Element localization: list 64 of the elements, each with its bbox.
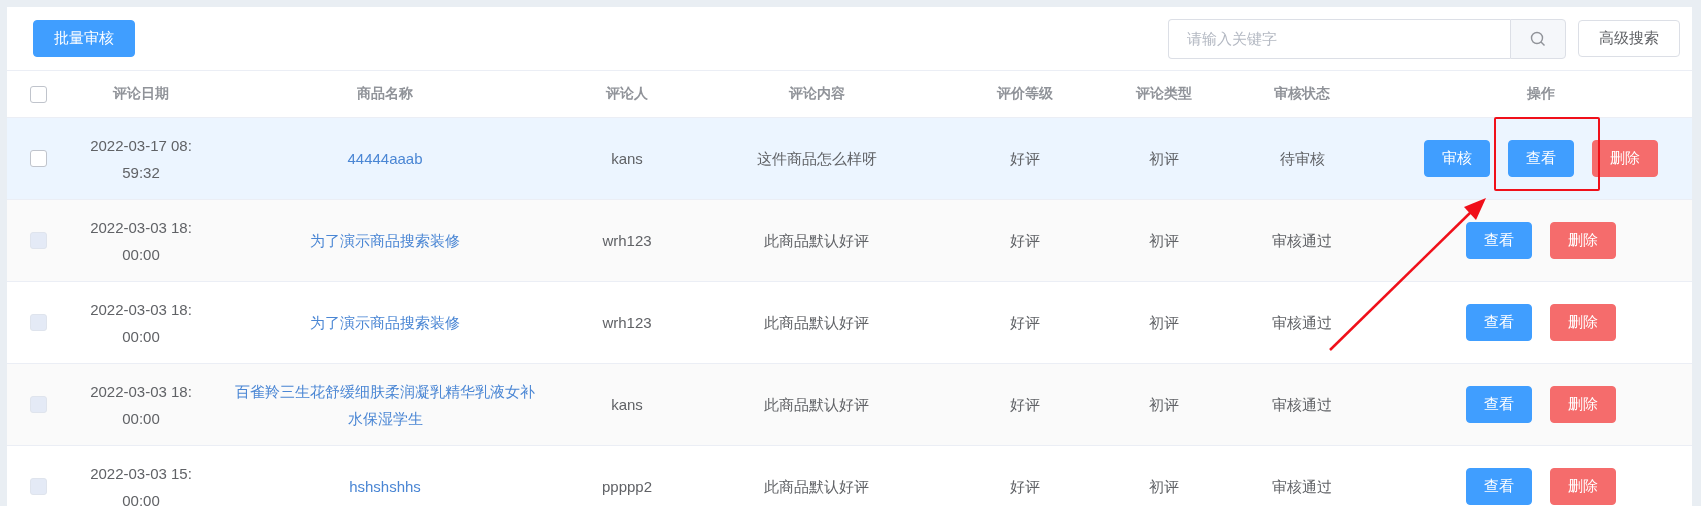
reviewer-text: kans bbox=[611, 149, 643, 169]
date-text: 2022-03-03 18:00:00 bbox=[89, 217, 193, 265]
comment-text: 此商品默认好评 bbox=[764, 477, 869, 497]
date-text: 2022-03-03 15:00:00 bbox=[89, 463, 193, 506]
reviewer-text: wrh123 bbox=[602, 313, 652, 333]
type-text: 初评 bbox=[1149, 231, 1179, 251]
column-header: 评价等级 bbox=[995, 85, 1054, 103]
advanced-search-button[interactable]: 高级搜索 bbox=[1578, 20, 1680, 57]
status-text: 审核通过 bbox=[1272, 477, 1332, 497]
reviewer-text: ppppp2 bbox=[601, 477, 653, 497]
type-text: 初评 bbox=[1149, 313, 1179, 333]
comment-text: 这件商品怎么样呀 bbox=[756, 149, 877, 169]
comment-text: 此商品默认好评 bbox=[764, 231, 869, 251]
status-text: 待审核 bbox=[1279, 149, 1325, 169]
action-button[interactable]: 审核 bbox=[1423, 140, 1490, 177]
search-icon bbox=[1530, 30, 1546, 47]
column-header: 评论日期 bbox=[111, 85, 170, 103]
status-text: 审核通过 bbox=[1272, 313, 1332, 333]
product-link[interactable]: hshshshhs bbox=[349, 473, 421, 500]
grade-text: 好评 bbox=[1010, 477, 1040, 497]
reviewer-text: kans bbox=[611, 395, 643, 415]
grade-text: 好评 bbox=[1010, 231, 1040, 251]
table-row[interactable]: 2022-03-03 18:00:00 百雀羚三生花舒缓细肤柔润凝乳精华乳液女补水保湿学生 kans 此商品默认好评 好评 初评 审核通过 查看 删除 bbox=[7, 364, 1692, 446]
delete-button[interactable]: 删除 bbox=[1549, 304, 1616, 341]
table-row[interactable]: 2022-03-17 08:59:32 44444aaab kans 这件商品怎么样呀 好评 初评 待审核 审核 查看 删除 bbox=[7, 118, 1692, 200]
type-text: 初评 bbox=[1149, 149, 1179, 169]
product-link[interactable]: 为了演示商品搜索装修 bbox=[310, 227, 460, 254]
delete-button[interactable]: 删除 bbox=[1549, 222, 1616, 259]
search-field[interactable]: 请输入关键字 bbox=[1168, 18, 1510, 59]
action-button[interactable]: 查看 bbox=[1465, 304, 1532, 341]
column-header: 评论人 bbox=[604, 85, 649, 103]
action-button[interactable]: 查看 bbox=[1465, 222, 1532, 259]
checkbox[interactable] bbox=[30, 150, 47, 167]
comment-text: 此商品默认好评 bbox=[764, 395, 869, 415]
table-row[interactable]: 2022-03-03 18:00:00 为了演示商品搜索装修 wrh123 此商品默认好评 好评 初评 审核通过 查看 删除 bbox=[7, 200, 1692, 282]
search-button[interactable] bbox=[1510, 18, 1566, 59]
column-header: 商品名称 bbox=[356, 85, 414, 103]
action-button[interactable]: 查看 bbox=[1465, 468, 1532, 505]
product-link[interactable]: 44444aaab bbox=[347, 145, 423, 172]
date-text: 2022-03-03 18:00:00 bbox=[89, 381, 193, 429]
batch-review-button[interactable]: 批量审核 bbox=[33, 20, 135, 57]
delete-button[interactable]: 删除 bbox=[1591, 140, 1658, 177]
status-text: 审核通过 bbox=[1272, 231, 1332, 251]
grade-text: 好评 bbox=[1010, 149, 1040, 169]
action-button[interactable]: 查看 bbox=[1507, 140, 1574, 177]
type-text: 初评 bbox=[1149, 395, 1179, 415]
grade-text: 好评 bbox=[1010, 395, 1040, 415]
checkbox[interactable] bbox=[30, 85, 47, 103]
grade-text: 好评 bbox=[1010, 313, 1040, 333]
action-button[interactable]: 查看 bbox=[1465, 386, 1532, 423]
column-header: 评论类型 bbox=[1134, 85, 1193, 103]
delete-button[interactable]: 删除 bbox=[1549, 386, 1616, 423]
delete-button[interactable]: 删除 bbox=[1549, 468, 1616, 505]
product-link[interactable]: 百雀羚三生花舒缓细肤柔润凝乳精华乳液女补水保湿学生 bbox=[232, 377, 538, 432]
reviewer-text: wrh123 bbox=[602, 231, 652, 251]
type-text: 初评 bbox=[1149, 477, 1179, 497]
column-header: 评论内容 bbox=[787, 85, 846, 103]
comment-text: 此商品默认好评 bbox=[764, 313, 869, 333]
column-header: 操作 bbox=[1525, 85, 1556, 103]
date-text: 2022-03-17 08:59:32 bbox=[89, 135, 193, 183]
column-header: 审核状态 bbox=[1273, 85, 1331, 103]
status-text: 审核通过 bbox=[1272, 395, 1332, 415]
product-link[interactable]: 为了演示商品搜索装修 bbox=[310, 309, 460, 336]
date-text: 2022-03-03 18:00:00 bbox=[89, 299, 193, 347]
